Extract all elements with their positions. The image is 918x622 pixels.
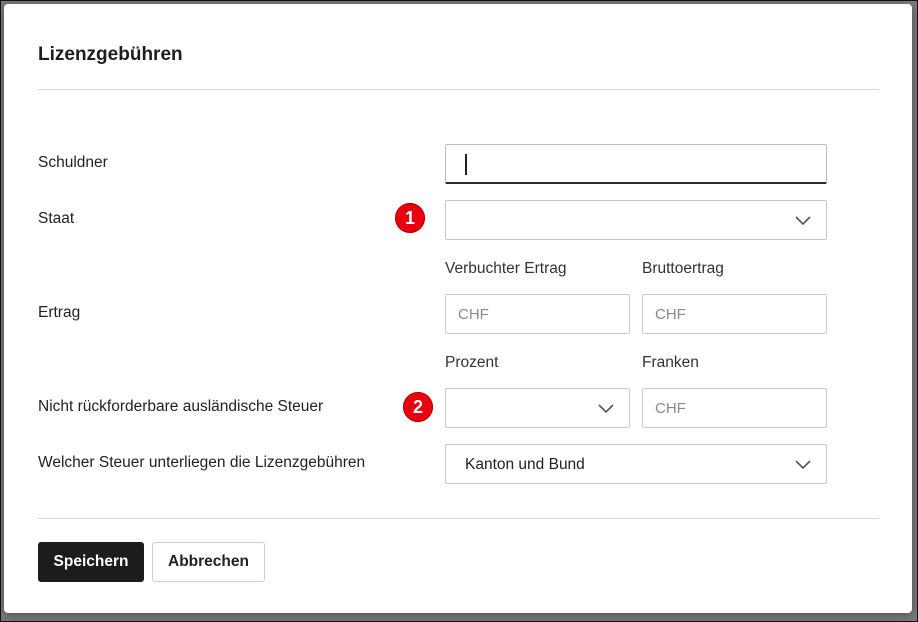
bruttoertrag-label: Bruttoertrag bbox=[642, 260, 724, 277]
bruttoertrag-input[interactable]: CHF bbox=[642, 294, 827, 334]
currency-placeholder: CHF bbox=[655, 400, 686, 417]
franken-input[interactable]: CHF bbox=[642, 388, 827, 428]
dialog-title: Lizenzgebühren bbox=[38, 44, 183, 65]
annotation-badge-1: 1 bbox=[395, 203, 425, 233]
prozent-label: Prozent bbox=[445, 354, 499, 371]
currency-placeholder: CHF bbox=[655, 306, 686, 323]
ertrag-label: Ertrag bbox=[38, 304, 81, 321]
chevron-down-icon bbox=[795, 216, 811, 226]
chevron-down-icon bbox=[795, 460, 811, 470]
franken-label: Franken bbox=[642, 354, 699, 371]
staat-label: Staat bbox=[38, 210, 75, 227]
text-caret bbox=[465, 154, 467, 175]
staat-select[interactable] bbox=[445, 200, 827, 240]
unterliegen-select[interactable]: Kanton und Bund bbox=[445, 444, 827, 484]
steuer-label: Nicht rückforderbare ausländische Steuer bbox=[38, 398, 324, 415]
footer-divider bbox=[38, 518, 879, 519]
schuldner-label: Schuldner bbox=[38, 154, 108, 171]
save-button[interactable]: Speichern bbox=[38, 542, 144, 582]
cancel-button[interactable]: Abbrechen bbox=[152, 542, 265, 582]
verbuchter-ertrag-input[interactable]: CHF bbox=[445, 294, 630, 334]
unterliegen-label: Welcher Steuer unterliegen die Lizenzgeb… bbox=[38, 454, 366, 471]
currency-placeholder: CHF bbox=[458, 306, 489, 323]
schuldner-input[interactable] bbox=[445, 144, 827, 184]
prozent-select[interactable] bbox=[445, 388, 630, 428]
verbuchter-ertrag-label: Verbuchter Ertrag bbox=[445, 260, 567, 277]
annotation-badge-2: 2 bbox=[403, 392, 433, 422]
header-divider bbox=[38, 89, 879, 90]
chevron-down-icon bbox=[598, 404, 614, 414]
license-fees-dialog: Lizenzgebühren Schuldner Staat 1 Verbuch… bbox=[4, 4, 912, 613]
unterliegen-value: Kanton und Bund bbox=[465, 456, 585, 473]
